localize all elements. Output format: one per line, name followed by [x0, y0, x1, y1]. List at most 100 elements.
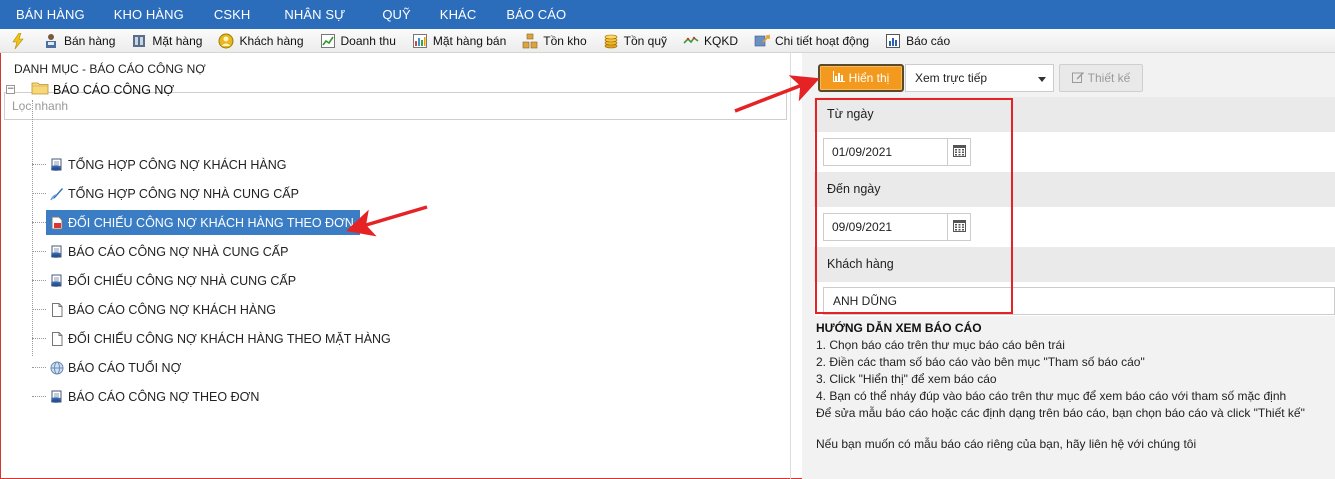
report-tree-node[interactable]: TỔNG HỢP CÔNG NỢ NHÀ CUNG CẤP — [46, 181, 305, 206]
show-report-button[interactable]: Hiển thị — [818, 64, 904, 92]
toolbar-label: Mặt hàng bán — [432, 33, 507, 48]
report-pen-icon — [50, 187, 64, 201]
toolbar-kqkd[interactable]: KQKD — [683, 33, 738, 49]
toolbar-mat-hang[interactable]: Mặt hàng — [131, 33, 202, 49]
quick-toolbar: Bán hàng Mặt hàng Khách hàng Doanh thu M… — [0, 29, 1335, 53]
toolbar-ton-kho[interactable]: Tồn kho — [522, 33, 587, 49]
report-tree-node[interactable]: BÁO CÁO TUỔI NỢ — [46, 355, 187, 380]
toolbar-doanh-thu[interactable]: Doanh thu — [320, 33, 396, 49]
document-icon — [50, 331, 64, 346]
bar-chart-icon — [832, 71, 845, 85]
guide-line: Để sửa mẫu báo cáo hoặc các định dạng tr… — [816, 406, 1305, 420]
report-tree-node-selected[interactable]: ĐỐI CHIẾU CÔNG NỢ KHÁCH HÀNG THEO ĐƠN — [46, 210, 360, 235]
from-date-calendar-button[interactable] — [947, 138, 971, 166]
report-tree-node[interactable]: BÁO CÁO CÔNG NỢ THEO ĐƠN — [46, 384, 265, 409]
customer-label: Khách hàng — [814, 247, 1335, 282]
report-tree-label: BÁO CÁO CÔNG NỢ NHÀ CUNG CẤP — [68, 244, 289, 259]
menu-bao-cao[interactable]: BÁO CÁO — [491, 7, 581, 22]
tree-root-label: BÁO CÁO CÔNG NỢ — [53, 82, 175, 97]
report-tree-item[interactable]: BÁO CÁO CÔNG NỢ KHÁCH HÀNG — [32, 297, 282, 322]
tree-connector — [32, 280, 46, 281]
menu-khac[interactable]: KHÁC — [426, 7, 492, 22]
goods-icon — [131, 33, 147, 49]
inventory-icon — [522, 33, 538, 49]
report-tree-label: ĐỐI CHIẾU CÔNG NỢ KHÁCH HÀNG THEO ĐƠN — [68, 215, 354, 230]
lightning-icon — [10, 32, 26, 49]
activity-icon — [754, 33, 770, 49]
guide-line: 2. Điền các tham số báo cáo vào bên mục … — [816, 355, 1145, 369]
tree-root[interactable]: − BÁO CÁO CÔNG NỢ — [6, 81, 174, 98]
guide-footer: Nếu bạn muốn có mẫu báo cáo riêng của bạ… — [816, 437, 1197, 451]
report-db-icon — [50, 274, 64, 288]
cashier-icon — [43, 33, 59, 49]
report-tree-label: BÁO CÁO CÔNG NỢ KHÁCH HÀNG — [68, 302, 276, 317]
design-label: Thiết kế — [1087, 71, 1131, 85]
toolbar-mat-hang-ban[interactable]: Mặt hàng bán — [412, 33, 506, 49]
guide-line: 1. Chọn báo cáo trên thư mục báo cáo bên… — [816, 338, 1065, 352]
view-mode-select[interactable]: Xem trực tiếp — [905, 64, 1054, 92]
toolbar-label: Chi tiết hoạt động — [775, 33, 870, 48]
calendar-icon — [952, 219, 966, 235]
tree-connector — [32, 164, 46, 165]
report-guide: HƯỚNG DẪN XEM BÁO CÁO 1. Chọn báo cáo tr… — [816, 321, 1331, 453]
tree-connector — [32, 396, 46, 397]
to-date-input[interactable] — [823, 213, 948, 241]
calendar-icon — [952, 144, 966, 160]
tree-connector — [32, 193, 46, 194]
report-tree-item[interactable]: ĐỐI CHIẾU CÔNG NỢ KHÁCH HÀNG THEO MẶT HÀ… — [32, 326, 397, 351]
menu-quy[interactable]: QUỸ — [360, 7, 425, 22]
globe-icon — [50, 361, 64, 375]
menu-cskh[interactable]: CSKH — [199, 7, 266, 22]
report-tree-node[interactable]: ĐỐI CHIẾU CÔNG NỢ KHÁCH HÀNG THEO MẶT HÀ… — [46, 326, 397, 351]
coins-icon — [603, 33, 619, 49]
revenue-icon — [320, 33, 336, 49]
toolbar-chi-tiet-hoat-dong[interactable]: Chi tiết hoạt động — [754, 33, 869, 49]
to-date-calendar-button[interactable] — [947, 213, 971, 241]
report-tree-item[interactable]: TỔNG HỢP CÔNG NỢ KHÁCH HÀNG — [32, 152, 292, 177]
menu-nhan-su[interactable]: NHÂN SỰ — [265, 7, 360, 22]
tree-connector — [32, 367, 46, 368]
toolbar-bao-cao[interactable]: Báo cáo — [885, 33, 950, 49]
guide-line: 3. Click "Hiển thị" để xem báo cáo — [816, 372, 997, 386]
customer-row — [814, 282, 1335, 316]
panel-title: DANH MỤC - BÁO CÁO CÔNG NỢ — [14, 62, 206, 76]
from-date-input[interactable] — [823, 138, 948, 166]
report-tree-item[interactable]: TỔNG HỢP CÔNG NỢ NHÀ CUNG CẤP — [32, 181, 305, 206]
report-tree-item[interactable]: ĐỐI CHIẾU CÔNG NỢ NHÀ CUNG CẤP — [32, 268, 302, 293]
toolbar-ban-hang[interactable]: Bán hàng — [43, 33, 115, 49]
report-icon — [885, 33, 901, 49]
guide-line: 4. Bạn có thể nháy đúp vào báo cáo trên … — [816, 389, 1287, 403]
toolbar-label: KQKD — [704, 33, 739, 48]
design-button[interactable]: Thiết kế — [1059, 64, 1143, 92]
report-db-icon — [50, 390, 64, 404]
report-tree-item[interactable]: BÁO CÁO TUỔI NỢ — [32, 355, 187, 380]
report-catalog-panel: DANH MỤC - BÁO CÁO CÔNG NỢ — [0, 53, 791, 479]
tree-connector — [32, 338, 46, 339]
from-date-row — [814, 132, 1335, 172]
report-tree-node[interactable]: BÁO CÁO CÔNG NỢ KHÁCH HÀNG — [46, 297, 282, 322]
edit-icon — [1071, 71, 1084, 86]
view-mode-value: Xem trực tiếp — [915, 71, 988, 85]
collapse-toggle[interactable]: − — [6, 85, 15, 94]
report-tree-node[interactable]: ĐỐI CHIẾU CÔNG NỢ NHÀ CUNG CẤP — [46, 268, 302, 293]
menu-ban-hang[interactable]: BÁN HÀNG — [14, 7, 100, 22]
report-tree-item[interactable]: ĐỐI CHIẾU CÔNG NỢ KHÁCH HÀNG THEO ĐƠN — [32, 210, 360, 235]
toolbar-label: Mặt hàng — [152, 33, 203, 48]
to-date-row — [814, 207, 1335, 247]
report-tree-label: ĐỐI CHIẾU CÔNG NỢ KHÁCH HÀNG THEO MẶT HÀ… — [68, 331, 391, 346]
report-tree-item[interactable]: BÁO CÁO CÔNG NỢ NHÀ CUNG CẤP — [32, 239, 294, 264]
tree-connector — [32, 309, 46, 310]
report-tree-item[interactable]: BÁO CÁO CÔNG NỢ THEO ĐƠN — [32, 384, 265, 409]
document-icon — [50, 302, 64, 317]
menu-kho-hang[interactable]: KHO HÀNG — [100, 7, 199, 22]
folder-icon — [31, 81, 49, 98]
toolbar-ton-quy[interactable]: Tồn quỹ — [603, 33, 667, 49]
report-tree-node[interactable]: TỔNG HỢP CÔNG NỢ KHÁCH HÀNG — [46, 152, 292, 177]
from-date-label: Từ ngày — [814, 97, 1335, 132]
report-db-icon — [50, 245, 64, 259]
toolbar-label: Tồn quỹ — [623, 33, 667, 48]
toolbar-lightning[interactable] — [10, 32, 31, 49]
report-tree-node[interactable]: BÁO CÁO CÔNG NỢ NHÀ CUNG CẤP — [46, 239, 294, 264]
customer-input[interactable] — [823, 287, 1335, 315]
toolbar-khach-hang[interactable]: Khách hàng — [218, 33, 304, 49]
